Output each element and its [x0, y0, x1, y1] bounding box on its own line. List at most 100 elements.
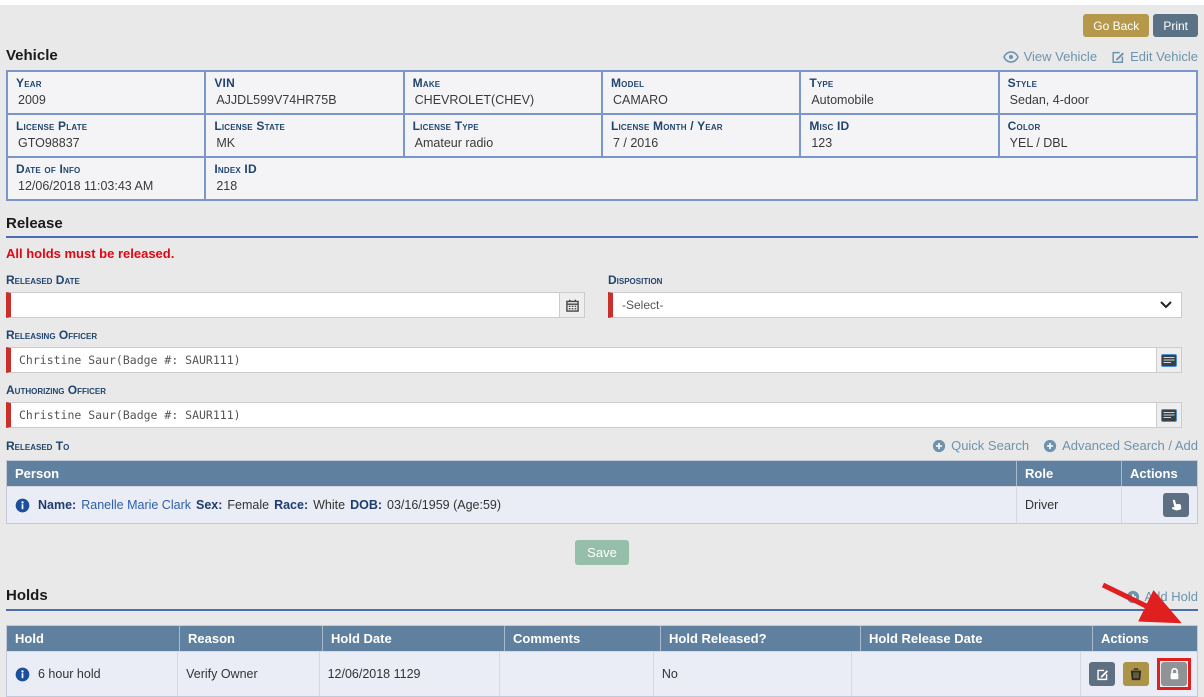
advanced-search-add-label: Advanced Search / Add	[1062, 438, 1198, 453]
toolbar: Go Back Print	[6, 14, 1198, 37]
release-date-disposition-row: Released Date Disposition -Select-	[6, 263, 1198, 318]
vehicle-field-license-type: License TypeAmateur radio	[405, 115, 601, 156]
view-vehicle-link[interactable]: View Vehicle	[1003, 49, 1097, 64]
annotation-highlight-box	[1157, 658, 1191, 690]
disposition-select[interactable]: -Select-	[608, 292, 1182, 318]
header-hold-released: Hold Released?	[660, 626, 860, 651]
released-to-table: Person Role Actions Name: Ranelle Marie …	[6, 460, 1198, 524]
role-cell: Driver	[1016, 486, 1121, 523]
view-vehicle-label: View Vehicle	[1024, 49, 1097, 64]
releasing-officer-input[interactable]	[6, 347, 1157, 373]
holds-section-head: Holds Add Hold	[6, 587, 1198, 611]
holds-table-row: 6 hour hold Verify Owner 12/06/2018 1129…	[7, 651, 1197, 696]
person-actions-cell	[1121, 486, 1197, 523]
authorizing-officer-label: Authorizing Officer	[6, 383, 1182, 397]
header-person: Person	[7, 461, 1016, 486]
plus-circle-icon	[1043, 439, 1057, 453]
released-to-label: Released To	[6, 439, 69, 453]
holds-title: Holds	[6, 587, 48, 604]
print-button[interactable]: Print	[1153, 14, 1198, 37]
hold-cell: 6 hour hold	[7, 651, 177, 696]
go-back-button[interactable]: Go Back	[1083, 14, 1149, 37]
holds-table: Hold Reason Hold Date Comments Hold Rele…	[6, 625, 1198, 697]
delete-hold-button[interactable]	[1123, 662, 1149, 686]
quick-search-link[interactable]: Quick Search	[932, 438, 1029, 453]
authorizing-officer-lookup-addon[interactable]	[1157, 402, 1182, 428]
select-person-button[interactable]	[1163, 493, 1189, 517]
vehicle-field-vin: VINAJJDL599V74HR75B	[206, 72, 402, 113]
disposition-label: Disposition	[608, 273, 1182, 287]
vehicle-field-style: StyleSedan, 4-door	[1000, 72, 1196, 113]
sex-value: Female	[227, 498, 269, 512]
edit-vehicle-link[interactable]: Edit Vehicle	[1111, 49, 1198, 64]
holds-table-header: Hold Reason Hold Date Comments Hold Rele…	[7, 626, 1197, 651]
vehicle-title: Vehicle	[6, 47, 58, 64]
releasing-officer-row: Releasing Officer	[6, 328, 1198, 373]
header-role: Role	[1016, 461, 1121, 486]
vehicle-field-license-month-year: License Month / Year7 / 2016	[603, 115, 799, 156]
comments-cell	[499, 651, 653, 696]
header-hold-date: Hold Date	[322, 626, 504, 651]
hold-date-cell: 12/06/2018 1129	[319, 651, 499, 696]
edit-icon	[1111, 50, 1125, 64]
header-comments: Comments	[504, 626, 660, 651]
eye-icon	[1003, 51, 1019, 63]
calendar-icon	[566, 299, 579, 312]
header-hold: Hold	[7, 626, 179, 651]
edit-vehicle-label: Edit Vehicle	[1130, 49, 1198, 64]
add-hold-label: Add Hold	[1145, 589, 1198, 604]
authorizing-officer-row: Authorizing Officer	[6, 383, 1198, 428]
hold-release-date-cell	[851, 651, 1080, 696]
hold-released-cell: No	[653, 651, 851, 696]
dob-label: DOB:	[350, 498, 382, 512]
vehicle-field-license-state: License StateMK	[206, 115, 402, 156]
releasing-officer-lookup-addon[interactable]	[1157, 347, 1182, 373]
hand-pointer-icon	[1167, 496, 1184, 513]
save-button[interactable]: Save	[575, 540, 629, 565]
info-icon[interactable]	[15, 667, 30, 682]
calendar-addon[interactable]	[560, 292, 585, 318]
holds-warning-text: All holds must be released.	[6, 246, 1198, 261]
released-date-label: Released Date	[6, 273, 585, 287]
header-actions: Actions	[1121, 461, 1197, 486]
released-date-input[interactable]	[6, 292, 560, 318]
info-icon[interactable]	[15, 498, 30, 513]
chevron-down-icon	[1160, 301, 1172, 309]
plus-circle-icon	[932, 439, 946, 453]
vehicle-field-year: Year2009	[8, 72, 204, 113]
disposition-selected-value: -Select-	[622, 298, 663, 312]
release-hold-button[interactable]	[1161, 662, 1187, 686]
advanced-search-add-link[interactable]: Advanced Search / Add	[1043, 438, 1198, 453]
vehicle-table: Year2009 VINAJJDL599V74HR75B MakeCHEVROL…	[6, 70, 1198, 201]
trash-icon	[1130, 667, 1142, 681]
save-row: Save	[6, 540, 1198, 565]
edit-hold-button[interactable]	[1089, 662, 1115, 686]
plus-circle-icon	[1126, 590, 1140, 604]
top-strip	[0, 0, 1204, 5]
dob-value: 03/16/1959 (Age:59)	[387, 498, 501, 512]
authorizing-officer-input[interactable]	[6, 402, 1157, 428]
vehicle-field-date-of-info: Date of Info12/06/2018 11:03:43 AM	[8, 158, 204, 199]
released-to-table-header: Person Role Actions	[7, 461, 1197, 486]
hold-value: 6 hour hold	[38, 667, 101, 681]
race-label: Race:	[274, 498, 308, 512]
reason-cell: Verify Owner	[177, 651, 318, 696]
vehicle-section-head: Vehicle View Vehicle Edit Vehicle	[6, 47, 1198, 64]
vehicle-field-type: TypeAutomobile	[801, 72, 997, 113]
officer-lookup-icon	[1161, 409, 1177, 422]
header-reason: Reason	[179, 626, 322, 651]
quick-search-label: Quick Search	[951, 438, 1029, 453]
person-name-link[interactable]: Ranelle Marie Clark	[81, 498, 191, 512]
vehicle-field-model: ModelCAMARO	[603, 72, 799, 113]
person-cell: Name: Ranelle Marie Clark Sex: Female Ra…	[7, 486, 1016, 523]
header-hold-release-date: Hold Release Date	[860, 626, 1092, 651]
unlock-icon	[1168, 667, 1181, 681]
sex-label: Sex:	[196, 498, 222, 512]
header-hold-actions: Actions	[1092, 626, 1197, 651]
vehicle-field-index-id: Index ID218	[206, 158, 1196, 199]
release-section-head: Release	[6, 215, 1198, 238]
hold-actions-cell	[1080, 651, 1197, 696]
add-hold-link[interactable]: Add Hold	[1126, 589, 1198, 604]
released-to-head: Released To Quick Search Advanced Search…	[6, 438, 1198, 453]
release-title: Release	[6, 215, 63, 232]
